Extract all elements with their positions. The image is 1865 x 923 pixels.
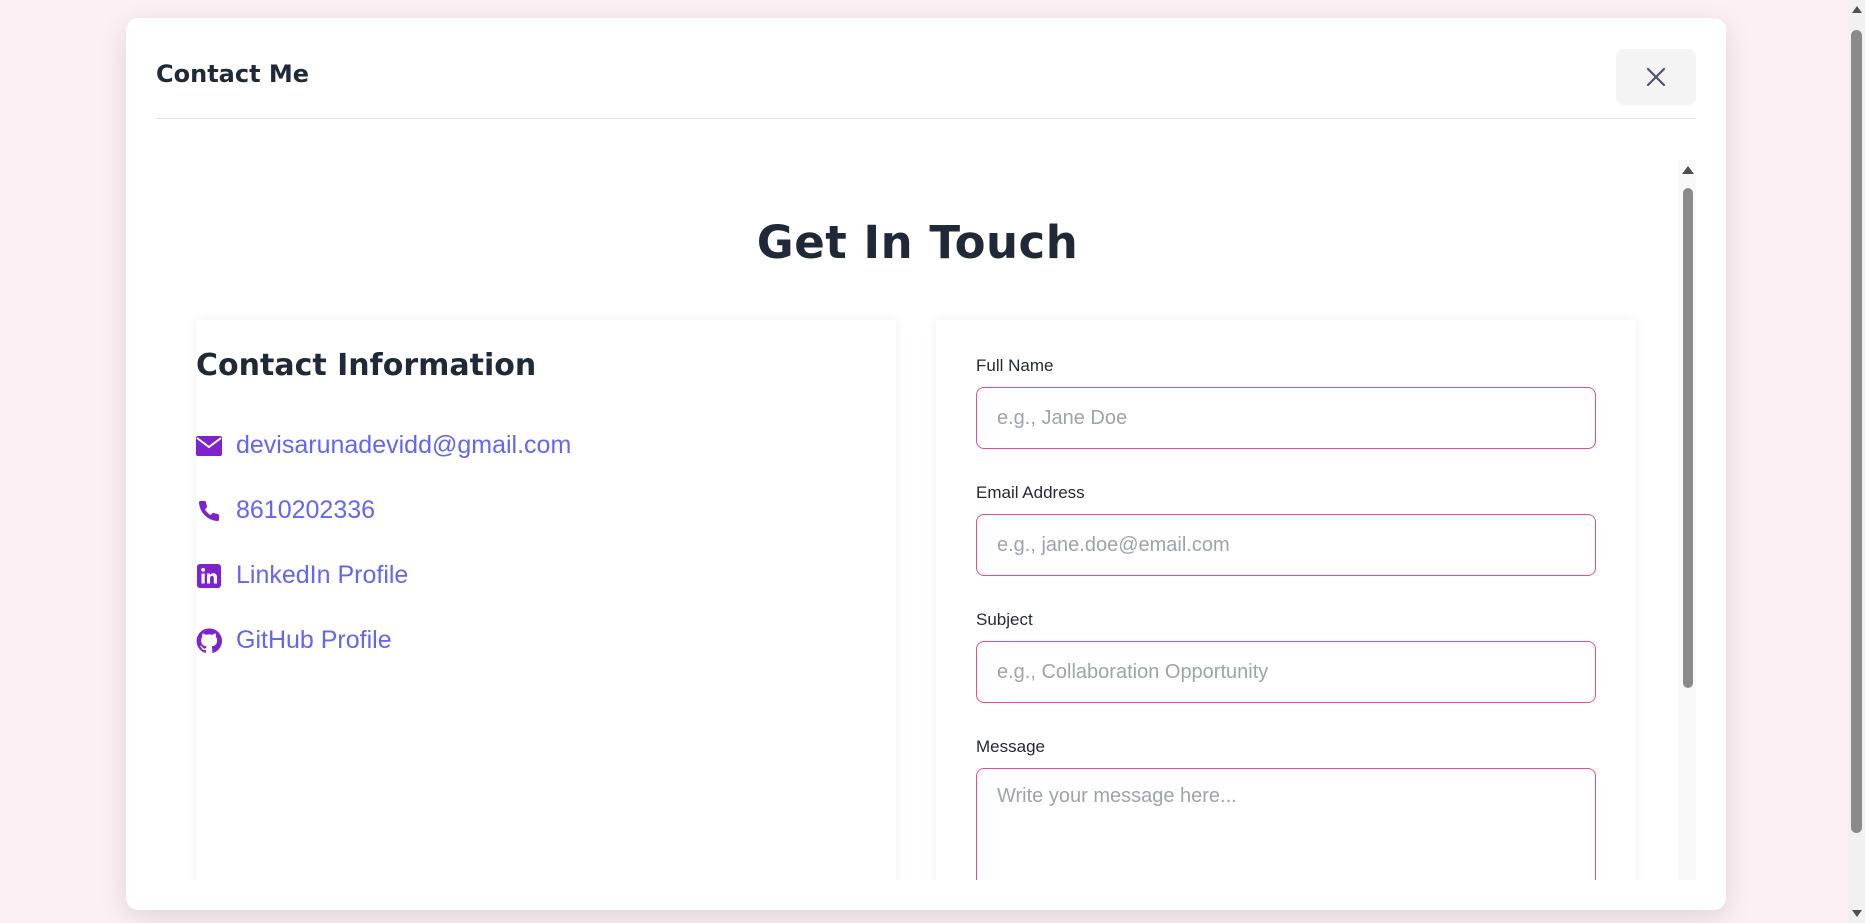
email-link[interactable]: devisarunadevidd@gmail.com	[196, 413, 571, 478]
modal-title: Contact Me	[156, 60, 310, 88]
scrollbar-thumb[interactable]	[1851, 30, 1862, 833]
message-label: Message	[976, 737, 1045, 756]
modal-header: Contact Me	[156, 18, 1696, 119]
phone-text: 8610202336	[236, 496, 376, 524]
modal-body[interactable]: Get In Touch Contact Information devisar…	[156, 120, 1696, 880]
email-text: devisarunadevidd@gmail.com	[236, 431, 572, 459]
envelope-icon	[196, 433, 222, 459]
subject-field: Subject	[976, 610, 1596, 703]
email-field: Email Address	[976, 483, 1596, 576]
full-name-field: Full Name	[976, 356, 1596, 449]
contact-info-list: devisarunadevidd@gmail.com 8610202336 Li…	[196, 413, 571, 673]
modal-scroll-up-arrow-icon[interactable]	[1682, 166, 1694, 174]
contact-modal: Contact Me Get In Touch Contact Informat…	[126, 18, 1726, 910]
contact-form: Full Name Email Address Subject Message	[936, 320, 1636, 880]
linkedin-link[interactable]: LinkedIn Profile	[196, 543, 571, 608]
github-text: GitHub Profile	[236, 626, 392, 654]
linkedin-text: LinkedIn Profile	[236, 561, 409, 589]
github-icon	[196, 628, 222, 654]
subject-label: Subject	[976, 610, 1033, 629]
modal-scrollbar-thumb[interactable]	[1683, 188, 1693, 688]
github-link[interactable]: GitHub Profile	[196, 608, 571, 673]
full-name-input[interactable]	[976, 387, 1596, 449]
message-textarea[interactable]	[976, 768, 1596, 880]
modal-scrollbar[interactable]	[1679, 160, 1696, 880]
phone-icon	[196, 498, 222, 524]
full-name-label: Full Name	[976, 356, 1054, 375]
subject-input[interactable]	[976, 641, 1596, 703]
scroll-down-arrow-icon[interactable]	[1852, 910, 1862, 917]
section-title: Get In Touch	[756, 216, 1079, 269]
linkedin-icon	[196, 563, 222, 589]
close-icon	[1646, 67, 1666, 87]
phone-link[interactable]: 8610202336	[196, 478, 571, 543]
page-scrollbar[interactable]	[1848, 0, 1865, 923]
scroll-up-arrow-icon[interactable]	[1852, 6, 1862, 13]
email-input[interactable]	[976, 514, 1596, 576]
message-field: Message	[976, 737, 1596, 880]
close-button[interactable]	[1616, 49, 1696, 105]
contact-info-title: Contact Information	[196, 348, 537, 383]
email-label: Email Address	[976, 483, 1085, 502]
